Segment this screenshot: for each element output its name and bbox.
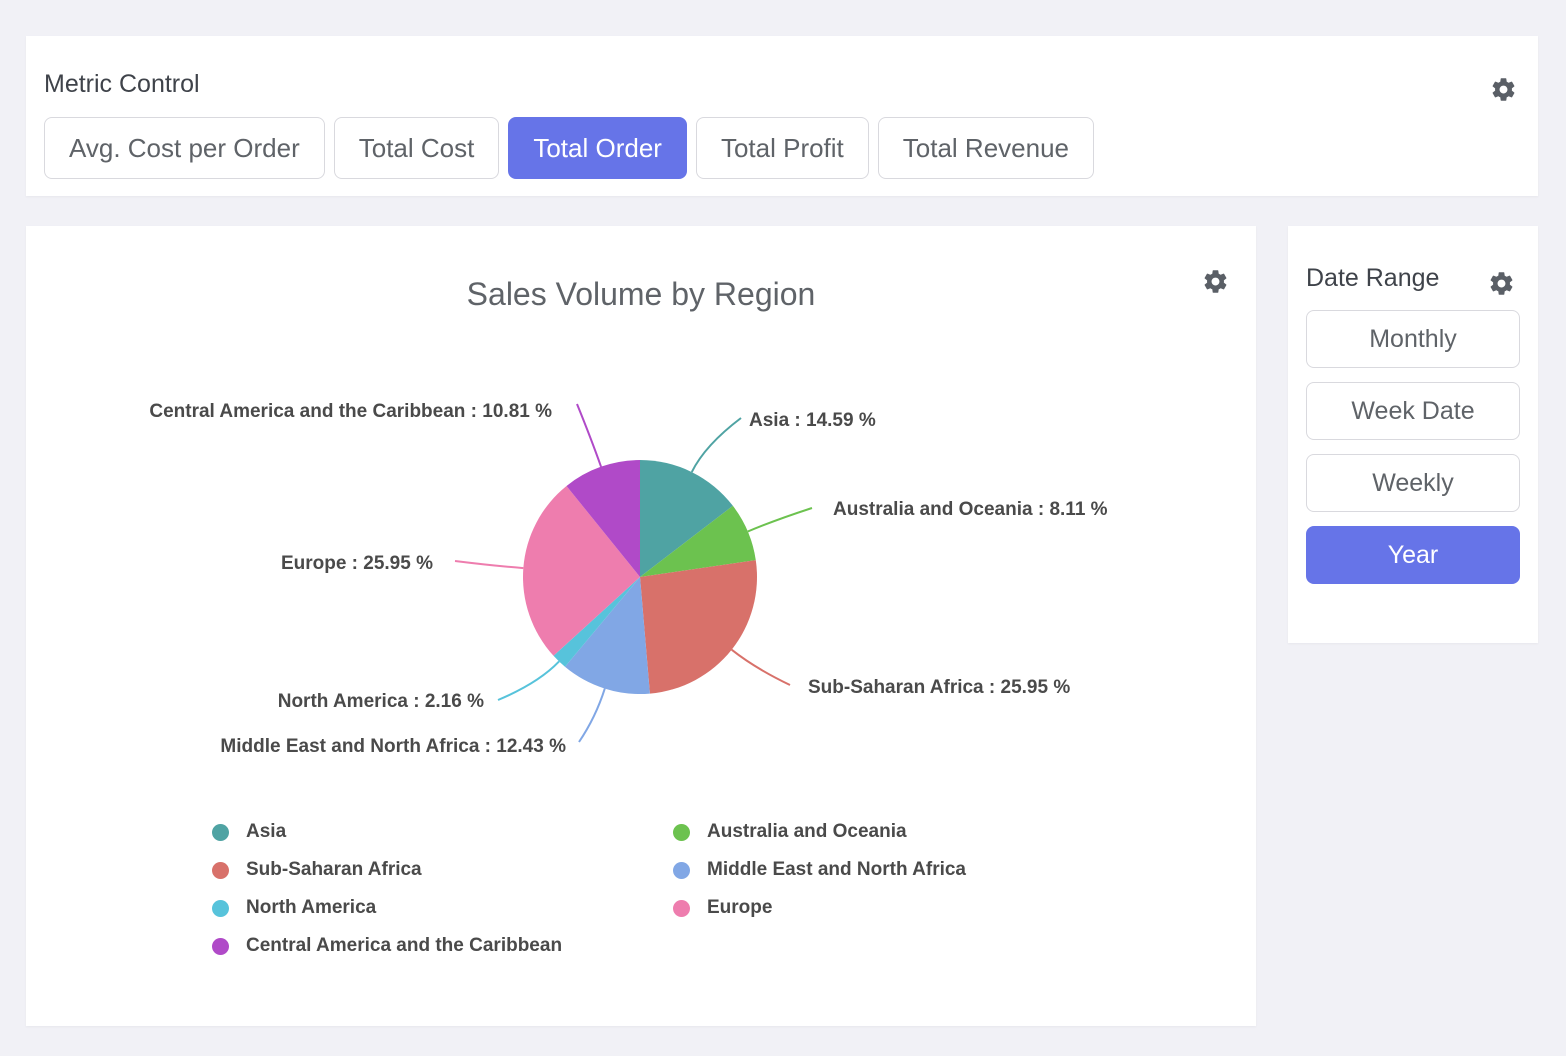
legend-item-central-america-and-the-caribbean[interactable]: Central America and the Caribbean	[212, 934, 562, 958]
legend-label-north-america: North America	[246, 897, 376, 919]
date-range-button-weekly[interactable]: Weekly	[1306, 454, 1520, 512]
pie-chart	[26, 226, 1256, 1026]
metric-button-total-revenue[interactable]: Total Revenue	[878, 117, 1094, 179]
metric-button-total-cost[interactable]: Total Cost	[334, 117, 500, 179]
legend-dot-central-america-and-the-caribbean	[212, 938, 229, 955]
metric-control-title: Metric Control	[44, 70, 200, 99]
legend-item-sub-saharan-africa[interactable]: Sub-Saharan Africa	[212, 858, 562, 882]
pie-label-middle-east-and-north-africa: Middle East and North Africa : 12.43 %	[220, 736, 566, 758]
sales-volume-chart-panel: Sales Volume by Region Asia : 14.59 %Aus…	[26, 226, 1256, 1026]
legend-dot-middle-east-and-north-africa	[673, 862, 690, 879]
legend-label-europe: Europe	[707, 897, 772, 919]
leader-line-middle-east-and-north-africa	[579, 689, 605, 742]
leader-line-asia	[692, 418, 741, 472]
metric-button-total-order[interactable]: Total Order	[508, 117, 687, 179]
legend-label-asia: Asia	[246, 821, 286, 843]
legend-column-2: Australia and Oceania Middle East and Nor…	[673, 820, 966, 920]
leader-line-australia-and-oceania	[748, 508, 812, 532]
pie-label-australia-and-oceania: Australia and Oceania : 8.11 %	[833, 499, 1108, 521]
legend-item-australia-and-oceania[interactable]: Australia and Oceania	[673, 820, 966, 844]
leader-line-north-america	[498, 661, 559, 700]
date-range-title: Date Range	[1306, 264, 1439, 293]
pie-label-asia: Asia : 14.59 %	[749, 410, 876, 432]
legend-dot-europe	[673, 900, 690, 917]
date-range-button-year[interactable]: Year	[1306, 526, 1520, 584]
leader-line-europe	[455, 561, 523, 568]
dashboard-page: Metric Control Avg. Cost per OrderTotal …	[0, 0, 1566, 1056]
metric-control-panel: Metric Control Avg. Cost per OrderTotal …	[26, 36, 1538, 196]
legend-dot-north-america	[212, 900, 229, 917]
date-range-button-monthly[interactable]: Monthly	[1306, 310, 1520, 368]
pie-label-sub-saharan-africa: Sub-Saharan Africa : 25.95 %	[808, 677, 1070, 699]
pie-label-central-america-and-the-caribbean: Central America and the Caribbean : 10.8…	[149, 401, 552, 423]
legend-item-europe[interactable]: Europe	[673, 896, 966, 920]
legend-label-central-america-and-the-caribbean: Central America and the Caribbean	[246, 935, 562, 957]
leader-line-central-america-and-the-caribbean	[577, 404, 601, 467]
metric-button-total-profit[interactable]: Total Profit	[696, 117, 869, 179]
legend-dot-australia-and-oceania	[673, 824, 690, 841]
metric-settings-gear-icon[interactable]	[1490, 76, 1517, 103]
metric-button-avg-cost-per-order[interactable]: Avg. Cost per Order	[44, 117, 325, 179]
legend-dot-sub-saharan-africa	[212, 862, 229, 879]
date-range-button-week-date[interactable]: Week Date	[1306, 382, 1520, 440]
date-settings-gear-icon[interactable]	[1488, 270, 1515, 297]
metric-button-group: Avg. Cost per OrderTotal CostTotal Order…	[44, 117, 1094, 179]
legend-label-sub-saharan-africa: Sub-Saharan Africa	[246, 859, 422, 881]
legend-item-north-america[interactable]: North America	[212, 896, 562, 920]
legend-column-1: Asia Sub-Saharan Africa North America Centr…	[212, 820, 562, 958]
legend-item-middle-east-and-north-africa[interactable]: Middle East and North Africa	[673, 858, 966, 882]
legend-dot-asia	[212, 824, 229, 841]
legend-item-asia[interactable]: Asia	[212, 820, 562, 844]
pie-label-europe: Europe : 25.95 %	[281, 553, 433, 575]
date-button-group: Monthly Week Date Weekly Year	[1306, 310, 1520, 584]
legend-label-australia-and-oceania: Australia and Oceania	[707, 821, 907, 843]
date-range-panel: Date Range Monthly Week Date Weekly Year	[1288, 226, 1538, 643]
legend-label-middle-east-and-north-africa: Middle East and North Africa	[707, 859, 966, 881]
pie-slice-sub-saharan-africa[interactable]	[640, 560, 757, 693]
leader-line-sub-saharan-africa	[732, 650, 790, 685]
pie-label-north-america: North America : 2.16 %	[278, 691, 484, 713]
